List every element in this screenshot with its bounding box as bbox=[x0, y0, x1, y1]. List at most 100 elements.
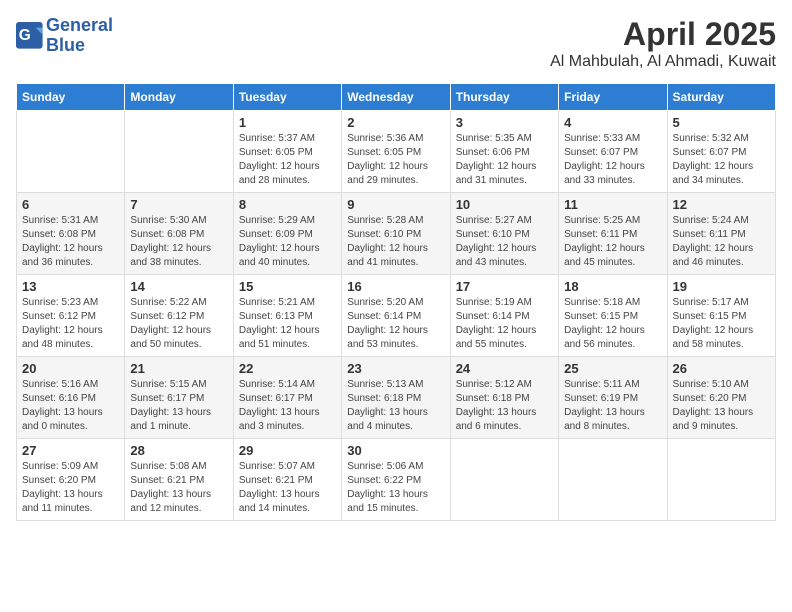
calendar-cell: 16 Sunrise: 5:20 AM Sunset: 6:14 PM Dayli… bbox=[342, 275, 450, 357]
calendar-cell: 25 Sunrise: 5:11 AM Sunset: 6:19 PM Dayli… bbox=[559, 357, 667, 439]
calendar-table: SundayMondayTuesdayWednesdayThursdayFrid… bbox=[16, 83, 776, 521]
calendar-cell: 6Sunrise: 5:31 AM Sunset: 6:08 PM Daylig… bbox=[17, 193, 125, 275]
day-info: Sunrise: 5:36 AM Sunset: 6:05 PM Dayligh… bbox=[347, 132, 444, 188]
day-number: 9 bbox=[347, 197, 444, 212]
day-number: 1 bbox=[239, 115, 336, 130]
day-number: 15 bbox=[239, 279, 336, 294]
day-info: Sunrise: 5:08 AM Sunset: 6:21 PM Dayligh… bbox=[130, 460, 227, 516]
header-wednesday: Wednesday bbox=[342, 84, 450, 111]
calendar-cell: 21 Sunrise: 5:15 AM Sunset: 6:17 PM Dayli… bbox=[125, 357, 233, 439]
calendar-cell bbox=[450, 439, 558, 521]
calendar-cell: 3Sunrise: 5:35 AM Sunset: 6:06 PM Daylig… bbox=[450, 111, 558, 193]
header-friday: Friday bbox=[559, 84, 667, 111]
header-thursday: Thursday bbox=[450, 84, 558, 111]
day-info: Sunrise: 5:27 AM Sunset: 6:10 PM Dayligh… bbox=[456, 214, 553, 270]
day-info: Sunrise: 5:15 AM Sunset: 6:17 PM Dayligh… bbox=[130, 378, 227, 434]
calendar-cell: 29 Sunrise: 5:07 AM Sunset: 6:21 PM Dayli… bbox=[233, 439, 341, 521]
day-number: 13 bbox=[22, 279, 119, 294]
calendar-cell: 18Sunrise: 5:18 AM Sunset: 6:15 PM Dayli… bbox=[559, 275, 667, 357]
calendar-cell: 5Sunrise: 5:32 AM Sunset: 6:07 PM Daylig… bbox=[667, 111, 775, 193]
calendar-cell: 28 Sunrise: 5:08 AM Sunset: 6:21 PM Dayli… bbox=[125, 439, 233, 521]
calendar-cell bbox=[17, 111, 125, 193]
calendar-cell: 4Sunrise: 5:33 AM Sunset: 6:07 PM Daylig… bbox=[559, 111, 667, 193]
calendar-cell: 26 Sunrise: 5:10 AM Sunset: 6:20 PM Dayli… bbox=[667, 357, 775, 439]
header-tuesday: Tuesday bbox=[233, 84, 341, 111]
day-info: Sunrise: 5:31 AM Sunset: 6:08 PM Dayligh… bbox=[22, 214, 119, 270]
page-header: G General Blue April 2025 Al Mahbulah, A… bbox=[16, 16, 776, 71]
calendar-cell: 9 Sunrise: 5:28 AM Sunset: 6:10 PM Daylig… bbox=[342, 193, 450, 275]
calendar-cell: 22 Sunrise: 5:14 AM Sunset: 6:17 PM Dayli… bbox=[233, 357, 341, 439]
calendar-body: 1 Sunrise: 5:37 AM Sunset: 6:05 PM Daylig… bbox=[17, 111, 776, 521]
day-info: Sunrise: 5:33 AM Sunset: 6:07 PM Dayligh… bbox=[564, 132, 661, 188]
calendar-cell: 13Sunrise: 5:23 AM Sunset: 6:12 PM Dayli… bbox=[17, 275, 125, 357]
calendar-row: 1 Sunrise: 5:37 AM Sunset: 6:05 PM Daylig… bbox=[17, 111, 776, 193]
day-info: Sunrise: 5:19 AM Sunset: 6:14 PM Dayligh… bbox=[456, 296, 553, 352]
day-number: 22 bbox=[239, 361, 336, 376]
day-info: Sunrise: 5:29 AM Sunset: 6:09 PM Dayligh… bbox=[239, 214, 336, 270]
day-number: 21 bbox=[130, 361, 227, 376]
calendar-cell bbox=[559, 439, 667, 521]
day-number: 14 bbox=[130, 279, 227, 294]
calendar-cell: 10 Sunrise: 5:27 AM Sunset: 6:10 PM Dayli… bbox=[450, 193, 558, 275]
calendar-cell: 2 Sunrise: 5:36 AM Sunset: 6:05 PM Daylig… bbox=[342, 111, 450, 193]
day-info: Sunrise: 5:11 AM Sunset: 6:19 PM Dayligh… bbox=[564, 378, 661, 434]
calendar-cell: 1 Sunrise: 5:37 AM Sunset: 6:05 PM Daylig… bbox=[233, 111, 341, 193]
day-number: 7 bbox=[130, 197, 227, 212]
calendar-cell: 27 Sunrise: 5:09 AM Sunset: 6:20 PM Dayli… bbox=[17, 439, 125, 521]
calendar-cell: 8Sunrise: 5:29 AM Sunset: 6:09 PM Daylig… bbox=[233, 193, 341, 275]
day-info: Sunrise: 5:24 AM Sunset: 6:11 PM Dayligh… bbox=[673, 214, 770, 270]
day-info: Sunrise: 5:07 AM Sunset: 6:21 PM Dayligh… bbox=[239, 460, 336, 516]
calendar-cell: 20 Sunrise: 5:16 AM Sunset: 6:16 PM Dayli… bbox=[17, 357, 125, 439]
day-number: 27 bbox=[22, 443, 119, 458]
header-saturday: Saturday bbox=[667, 84, 775, 111]
day-info: Sunrise: 5:25 AM Sunset: 6:11 PM Dayligh… bbox=[564, 214, 661, 270]
header-monday: Monday bbox=[125, 84, 233, 111]
calendar-cell: 11 Sunrise: 5:25 AM Sunset: 6:11 PM Dayli… bbox=[559, 193, 667, 275]
calendar-cell bbox=[125, 111, 233, 193]
day-number: 29 bbox=[239, 443, 336, 458]
day-number: 3 bbox=[456, 115, 553, 130]
day-info: Sunrise: 5:12 AM Sunset: 6:18 PM Dayligh… bbox=[456, 378, 553, 434]
day-number: 26 bbox=[673, 361, 770, 376]
logo-icon: G bbox=[16, 22, 44, 50]
day-info: Sunrise: 5:14 AM Sunset: 6:17 PM Dayligh… bbox=[239, 378, 336, 434]
day-info: Sunrise: 5:10 AM Sunset: 6:20 PM Dayligh… bbox=[673, 378, 770, 434]
day-number: 10 bbox=[456, 197, 553, 212]
calendar-row: 6Sunrise: 5:31 AM Sunset: 6:08 PM Daylig… bbox=[17, 193, 776, 275]
day-info: Sunrise: 5:13 AM Sunset: 6:18 PM Dayligh… bbox=[347, 378, 444, 434]
day-number: 23 bbox=[347, 361, 444, 376]
day-info: Sunrise: 5:18 AM Sunset: 6:15 PM Dayligh… bbox=[564, 296, 661, 352]
header-sunday: Sunday bbox=[17, 84, 125, 111]
calendar-cell: 17Sunrise: 5:19 AM Sunset: 6:14 PM Dayli… bbox=[450, 275, 558, 357]
calendar-header: SundayMondayTuesdayWednesdayThursdayFrid… bbox=[17, 84, 776, 111]
day-info: Sunrise: 5:37 AM Sunset: 6:05 PM Dayligh… bbox=[239, 132, 336, 188]
title-area: April 2025 Al Mahbulah, Al Ahmadi, Kuwai… bbox=[550, 16, 776, 71]
day-number: 20 bbox=[22, 361, 119, 376]
day-info: Sunrise: 5:22 AM Sunset: 6:12 PM Dayligh… bbox=[130, 296, 227, 352]
logo: G General Blue bbox=[16, 16, 113, 56]
logo-line2: Blue bbox=[46, 36, 113, 56]
calendar-cell: 19 Sunrise: 5:17 AM Sunset: 6:15 PM Dayli… bbox=[667, 275, 775, 357]
calendar-cell: 30 Sunrise: 5:06 AM Sunset: 6:22 PM Dayli… bbox=[342, 439, 450, 521]
day-info: Sunrise: 5:06 AM Sunset: 6:22 PM Dayligh… bbox=[347, 460, 444, 516]
day-number: 25 bbox=[564, 361, 661, 376]
day-info: Sunrise: 5:09 AM Sunset: 6:20 PM Dayligh… bbox=[22, 460, 119, 516]
day-info: Sunrise: 5:32 AM Sunset: 6:07 PM Dayligh… bbox=[673, 132, 770, 188]
calendar-cell: 23 Sunrise: 5:13 AM Sunset: 6:18 PM Dayli… bbox=[342, 357, 450, 439]
day-info: Sunrise: 5:28 AM Sunset: 6:10 PM Dayligh… bbox=[347, 214, 444, 270]
calendar-cell: 24 Sunrise: 5:12 AM Sunset: 6:18 PM Dayli… bbox=[450, 357, 558, 439]
day-number: 2 bbox=[347, 115, 444, 130]
day-info: Sunrise: 5:20 AM Sunset: 6:14 PM Dayligh… bbox=[347, 296, 444, 352]
logo-line1: General bbox=[46, 16, 113, 36]
day-number: 16 bbox=[347, 279, 444, 294]
day-number: 24 bbox=[456, 361, 553, 376]
day-number: 28 bbox=[130, 443, 227, 458]
day-info: Sunrise: 5:17 AM Sunset: 6:15 PM Dayligh… bbox=[673, 296, 770, 352]
day-number: 19 bbox=[673, 279, 770, 294]
day-number: 30 bbox=[347, 443, 444, 458]
calendar-row: 27 Sunrise: 5:09 AM Sunset: 6:20 PM Dayli… bbox=[17, 439, 776, 521]
day-number: 11 bbox=[564, 197, 661, 212]
calendar-cell bbox=[667, 439, 775, 521]
day-number: 12 bbox=[673, 197, 770, 212]
day-info: Sunrise: 5:16 AM Sunset: 6:16 PM Dayligh… bbox=[22, 378, 119, 434]
